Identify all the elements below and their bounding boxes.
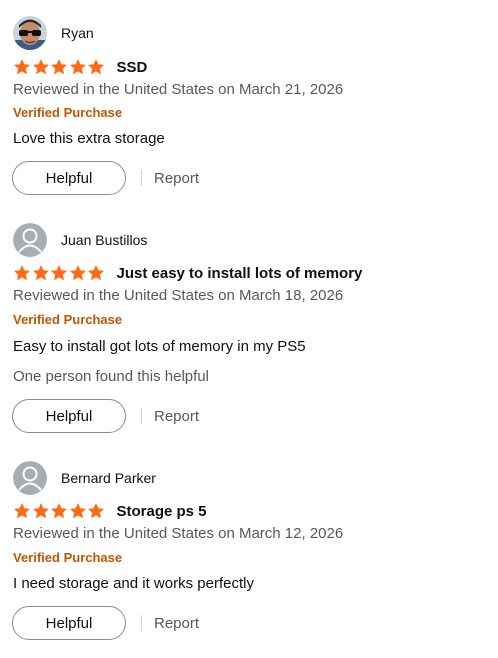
star-icon [13,265,31,281]
review-actions: Helpful Report [12,398,199,434]
review-title-row: Storage ps 5 [13,500,207,522]
helpful-button[interactable]: Helpful [12,161,126,195]
verified-purchase-badge: Verified Purchase [13,550,123,565]
review-body: Easy to install got lots of memory in my… [13,338,306,355]
review-date: Reviewed in the United States on March 2… [13,81,344,98]
star-icon [50,59,68,75]
helpful-count: One person found this helpful [13,368,209,385]
divider [141,170,142,186]
review-title[interactable]: Just easy to install lots of memory [117,265,363,282]
user-photo-avatar[interactable] [13,16,47,50]
author-name[interactable]: Bernard Parker [61,470,156,486]
star-icon [87,59,105,75]
star-icon [50,503,68,519]
helpful-button[interactable]: Helpful [12,606,126,640]
helpful-button[interactable]: Helpful [12,399,126,433]
review-author: Juan Bustillos [13,223,147,257]
star-icon [13,503,31,519]
star-rating[interactable] [13,264,106,282]
default-avatar-icon[interactable] [13,223,47,257]
review-title[interactable]: SSD [117,59,148,76]
report-link[interactable]: Report [154,408,199,425]
review-body: Love this extra storage [13,130,165,147]
author-name[interactable]: Juan Bustillos [61,232,147,248]
star-icon [87,503,105,519]
review-actions: Helpful Report [12,605,199,641]
star-icon [87,265,105,281]
star-icon [32,503,49,519]
report-link[interactable]: Report [154,615,199,632]
default-avatar-icon[interactable] [13,461,47,495]
star-rating[interactable] [13,58,106,76]
star-rating[interactable] [13,502,106,520]
review-date: Reviewed in the United States on March 1… [13,287,344,304]
review-actions: Helpful Report [12,160,199,196]
star-icon [13,59,31,75]
review-title-row: SSD [13,56,147,78]
divider [141,408,142,424]
review-date: Reviewed in the United States on March 1… [13,525,344,542]
divider [141,615,142,631]
star-icon [69,503,86,519]
star-icon [32,265,49,281]
star-icon [50,265,68,281]
star-icon [32,59,49,75]
report-link[interactable]: Report [154,170,199,187]
review-author: Ryan [13,16,94,50]
verified-purchase-badge: Verified Purchase [13,105,123,120]
review-title-row: Just easy to install lots of memory [13,262,362,284]
star-icon [69,59,86,75]
review-author: Bernard Parker [13,461,156,495]
author-name[interactable]: Ryan [61,25,94,41]
review-body: I need storage and it works perfectly [13,575,254,592]
star-icon [69,265,86,281]
review-title[interactable]: Storage ps 5 [117,503,207,520]
verified-purchase-badge: Verified Purchase [13,312,123,327]
